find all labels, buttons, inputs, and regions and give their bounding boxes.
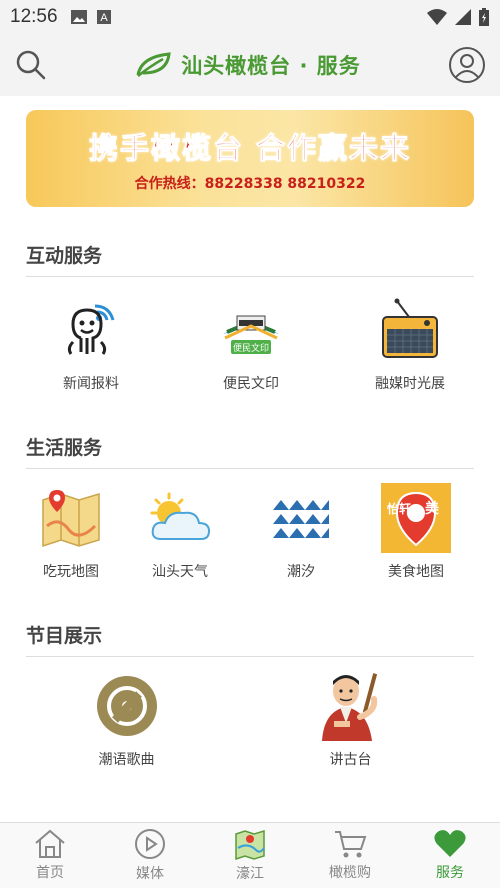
nav-label: 橄榄购 <box>329 865 371 881</box>
service-item-news-report[interactable]: 新闻报料 <box>26 295 156 393</box>
service-row: 新闻报料 便民文印 便民文印 融媒时光展 <box>26 295 474 393</box>
play-icon <box>135 829 165 859</box>
heart-icon <box>434 830 466 857</box>
status-right-icons <box>426 7 490 27</box>
section-title: 节目展示 <box>26 621 474 657</box>
status-time: 12:56 <box>10 6 58 27</box>
program-item-chaozhou-songs[interactable]: 潮语歌曲 <box>26 671 227 769</box>
storyteller-icon <box>316 671 386 741</box>
promo-banner[interactable]: 携手橄榄台 合作赢未来 合作热线：88228338 88210322 <box>26 110 474 207</box>
banner-hotline: 合作热线：88228338 88210322 <box>134 175 366 192</box>
robot-broadcast-icon <box>56 295 126 365</box>
section-interactive-services: 互动服务 新闻报料 便民文印 便民文印 融媒时光展 <box>26 241 474 393</box>
section-title: 互动服务 <box>26 241 474 277</box>
service-item-label: 融媒时光展 <box>375 376 445 392</box>
nav-item-home[interactable]: 首页 <box>0 823 100 888</box>
status-left-icons: A <box>70 9 112 25</box>
map-icon <box>235 829 265 860</box>
nav-item-haojiang[interactable]: 濠江 <box>200 823 300 888</box>
service-item-label: 便民文印 <box>223 376 279 392</box>
program-item-storytelling[interactable]: 讲古台 <box>227 671 474 769</box>
svg-text:美: 美 <box>425 500 440 517</box>
section-title: 生活服务 <box>26 433 474 469</box>
svg-text:A: A <box>100 12 108 24</box>
section-program-showcase: 节目展示 潮语歌曲 讲古台 <box>26 621 474 769</box>
app-bar: 汕头橄榄台 · 服务 <box>0 34 500 96</box>
nav-label: 濠江 <box>236 866 264 882</box>
program-item-label: 讲古台 <box>329 752 372 768</box>
weather-icon <box>145 483 215 553</box>
map-icon <box>36 483 106 553</box>
service-item-label: 美食地图 <box>388 564 444 580</box>
search-icon[interactable] <box>14 48 48 82</box>
bottom-nav: 首页 媒体 濠江 橄榄购 服务 <box>0 822 500 888</box>
home-icon <box>35 829 65 858</box>
food-map-icon: 怡轩 美 <box>381 483 451 553</box>
nav-label: 首页 <box>36 865 64 881</box>
program-item-label: 潮语歌曲 <box>98 752 155 768</box>
status-bar: 12:56 A <box>0 0 500 34</box>
app-title: 汕头橄榄台 · 服务 <box>181 54 361 78</box>
nav-label: 媒体 <box>136 866 164 882</box>
svg-text:怡轩: 怡轩 <box>387 501 411 516</box>
service-item-tide[interactable]: 潮汐 <box>244 483 358 581</box>
image-icon <box>70 10 87 24</box>
service-item-label: 潮汐 <box>287 564 315 580</box>
section-life-services: 生活服务 吃玩地图 汕头天气 潮汐 怡轩 美 美食地图 <box>26 433 474 581</box>
app-title-wrap: 汕头橄榄台 · 服务 <box>48 50 448 80</box>
waves-icon <box>266 483 336 553</box>
svg-text:便民文印: 便民文印 <box>233 342 269 354</box>
service-item-label: 吃玩地图 <box>43 564 99 580</box>
user-profile-icon[interactable] <box>448 46 486 84</box>
service-item-weather[interactable]: 汕头天气 <box>116 483 244 581</box>
font-a-icon: A <box>96 10 111 24</box>
nav-item-olive-shop[interactable]: 橄榄购 <box>300 823 400 888</box>
nav-label: 服务 <box>436 865 464 881</box>
nav-item-media[interactable]: 媒体 <box>100 823 200 888</box>
wifi-icon <box>427 9 447 25</box>
radio-icon <box>375 295 445 365</box>
banner-headline: 携手橄榄台 合作赢未来 <box>88 130 412 165</box>
program-row: 潮语歌曲 讲古台 <box>26 671 474 769</box>
battery-icon <box>479 8 489 26</box>
printer-icon: 便民文印 <box>216 295 286 365</box>
nav-item-services[interactable]: 服务 <box>400 823 500 888</box>
service-item-label: 汕头天气 <box>152 564 208 580</box>
service-item-food-map[interactable]: 怡轩 美 美食地图 <box>358 483 474 581</box>
cart-icon <box>335 831 367 858</box>
service-item-fun-map[interactable]: 吃玩地图 <box>26 483 116 581</box>
service-item-label: 新闻报料 <box>63 376 119 392</box>
vinyl-icon <box>92 671 162 741</box>
signal-icon <box>455 9 471 25</box>
service-item-print[interactable]: 便民文印 便民文印 <box>156 295 346 393</box>
service-row: 吃玩地图 汕头天气 潮汐 怡轩 美 美食地图 <box>26 483 474 581</box>
service-item-media-exhibition[interactable]: 融媒时光展 <box>346 295 474 393</box>
olive-leaf-logo-icon <box>136 52 171 77</box>
